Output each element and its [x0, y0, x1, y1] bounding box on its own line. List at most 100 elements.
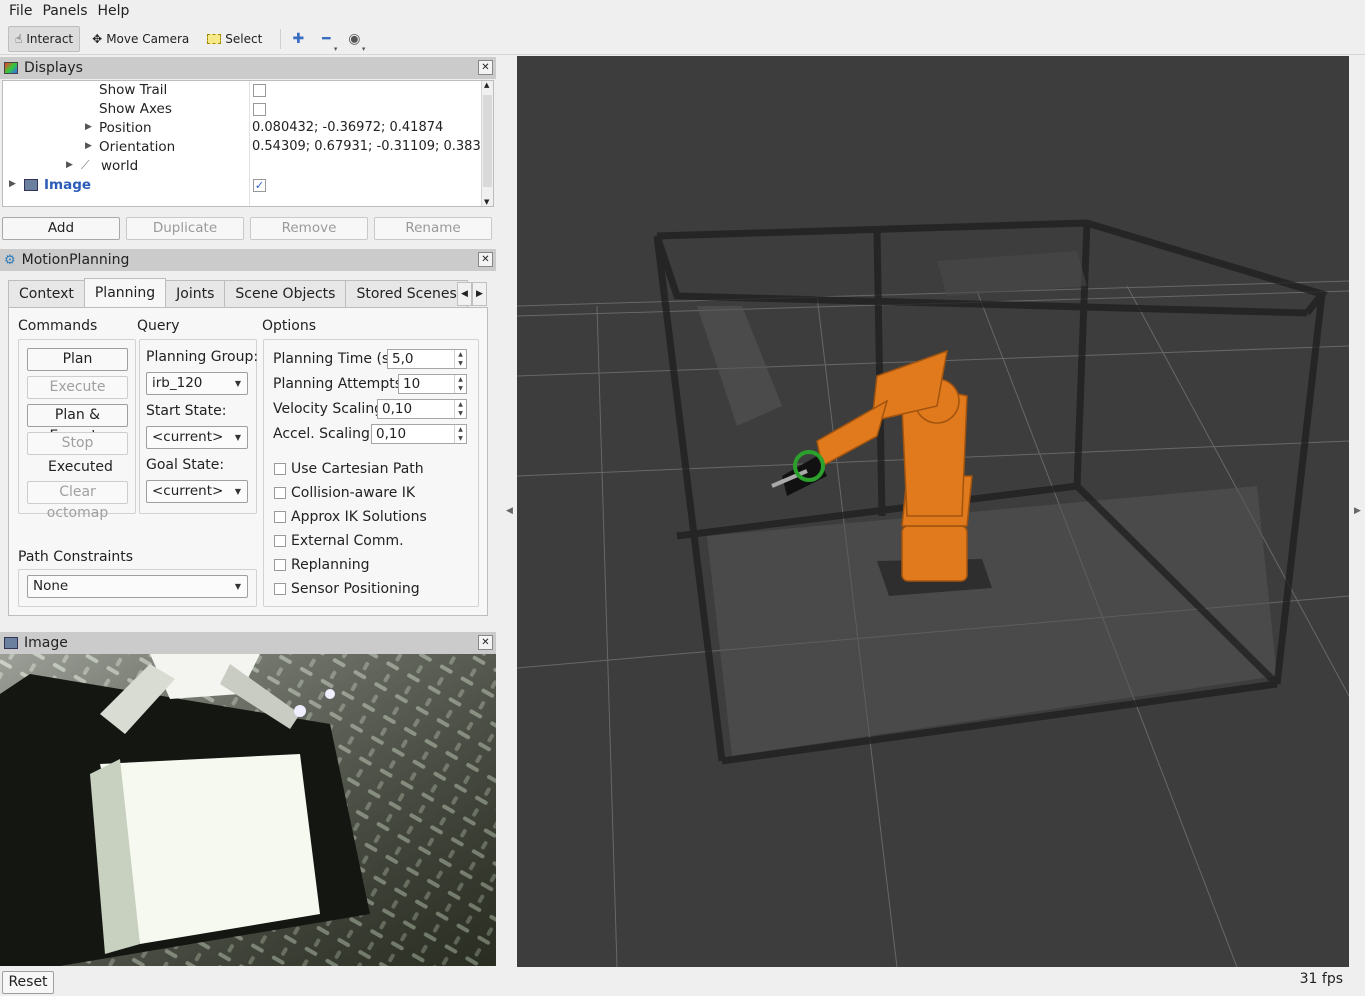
tree-row-world[interactable]: ▶ ⟋ world: [3, 157, 483, 176]
chevron-down-icon: ▼: [234, 582, 241, 591]
duplicate-button[interactable]: Duplicate: [126, 217, 244, 240]
tree-row-label: world: [101, 158, 139, 174]
tab-scroll-right-icon[interactable]: ▶: [472, 282, 487, 306]
interact-tool-button[interactable]: ☝ Interact: [8, 25, 81, 52]
toolbar-separator: [280, 28, 282, 49]
checkbox-box[interactable]: [274, 463, 286, 475]
approx-ik-checkbox[interactable]: Approx IK Solutions: [274, 509, 427, 525]
checkbox-box[interactable]: [274, 535, 286, 547]
spin-arrows-icon[interactable]: ▲ ▼: [454, 375, 466, 393]
remove-button[interactable]: Remove: [250, 217, 368, 240]
plan-button[interactable]: Plan: [27, 348, 128, 371]
scroll-up-icon[interactable]: ▲: [484, 81, 489, 89]
velocity-scaling-label: Velocity Scaling:: [273, 401, 388, 417]
plan-execute-button[interactable]: Plan & Execute: [27, 404, 128, 444]
expand-arrow-icon[interactable]: ▶: [66, 160, 73, 170]
camera-image-view: [0, 654, 496, 966]
expand-arrow-icon[interactable]: ▶: [85, 122, 92, 132]
show-axes-checkbox[interactable]: [253, 103, 266, 116]
menu-panels[interactable]: Panels: [37, 3, 92, 19]
add-tool-plus-icon[interactable]: ✚: [287, 31, 309, 47]
move-camera-tool-button[interactable]: ✥ Move Camera: [86, 26, 195, 52]
spin-arrows-icon[interactable]: ▲ ▼: [454, 350, 466, 368]
spin-arrows-icon[interactable]: ▲ ▼: [454, 400, 466, 418]
move-camera-icon: ✥: [92, 31, 103, 46]
close-icon[interactable]: ✕: [478, 252, 493, 267]
reset-button[interactable]: Reset: [2, 971, 54, 994]
start-state-value: <current>: [152, 429, 224, 445]
view-eye-icon[interactable]: ◉ ▾: [343, 31, 365, 53]
velocity-scaling-value: 0,10: [382, 401, 413, 417]
checkbox-box[interactable]: [274, 583, 286, 595]
add-button[interactable]: Add: [2, 217, 120, 240]
tab-joints[interactable]: Joints: [165, 280, 226, 307]
spin-arrows-icon[interactable]: ▲ ▼: [454, 425, 466, 443]
commands-label: Commands: [18, 318, 98, 334]
collision-aware-ik-checkbox[interactable]: Collision-aware IK: [274, 485, 415, 501]
checkbox-box[interactable]: [274, 487, 286, 499]
panel-splitter[interactable]: ◀: [498, 56, 516, 967]
checkbox-label: Replanning: [291, 557, 370, 573]
checkbox-box[interactable]: [274, 559, 286, 571]
menu-help[interactable]: Help: [93, 3, 135, 19]
3d-viewport[interactable]: [517, 56, 1349, 967]
rename-button[interactable]: Rename: [374, 217, 492, 240]
checkbox-label: External Comm.: [291, 533, 404, 549]
goal-state-select[interactable]: <current> ▼: [146, 480, 248, 503]
path-constraints-select[interactable]: None ▼: [27, 575, 248, 598]
velocity-scaling-spinbox[interactable]: 0,10 ▲ ▼: [377, 399, 467, 419]
close-icon[interactable]: ✕: [478, 635, 493, 650]
collapse-left-icon[interactable]: ◀: [506, 506, 513, 516]
use-cartesian-path-checkbox[interactable]: Use Cartesian Path: [274, 461, 424, 477]
replanning-checkbox[interactable]: Replanning: [274, 557, 369, 573]
3d-scene: [517, 219, 1349, 967]
expand-right-icon[interactable]: ▶: [1354, 506, 1361, 516]
dropdown-arrow-icon: ▾: [333, 44, 338, 53]
path-constraints-label: Path Constraints: [18, 549, 134, 565]
tree-row-show-trail[interactable]: Show Trail: [3, 81, 483, 100]
expand-arrow-icon[interactable]: ▶: [9, 179, 16, 189]
tab-context[interactable]: Context: [8, 280, 85, 307]
scrollbar-thumb[interactable]: [483, 95, 492, 187]
tree-row-image[interactable]: ▶ Image ✓: [3, 176, 483, 195]
tab-scene-objects[interactable]: Scene Objects: [224, 280, 347, 307]
planning-group-select[interactable]: irb_120 ▼: [146, 372, 248, 395]
position-value: 0.080432; -0.36972; 0.41874: [252, 120, 444, 135]
chevron-down-icon: ▼: [234, 433, 241, 442]
remove-tool-minus-icon[interactable]: ━ ▾: [315, 31, 337, 53]
image-enabled-checkbox[interactable]: ✓: [253, 179, 266, 192]
displays-tree[interactable]: Show Trail Show Axes ▶ Position 0.080432…: [2, 80, 494, 207]
checkbox-box[interactable]: [274, 511, 286, 523]
clear-octomap-button[interactable]: Clear octomap: [27, 481, 128, 521]
start-state-select[interactable]: <current> ▼: [146, 426, 248, 449]
hand-pointer-icon: ☝: [15, 31, 23, 46]
select-tool-button[interactable]: Select: [201, 26, 268, 52]
tab-stored-scenes[interactable]: Stored Scenes: [345, 280, 468, 307]
planning-attempts-value: 10: [403, 376, 421, 392]
tab-planning[interactable]: Planning: [83, 278, 167, 307]
tree-row-orientation[interactable]: ▶ Orientation 0.54309; 0.67931; -0.31109…: [3, 138, 493, 157]
goal-state-label: Goal State:: [146, 457, 225, 473]
accel-scaling-spinbox[interactable]: 0,10 ▲ ▼: [371, 424, 467, 444]
external-comm-checkbox[interactable]: External Comm.: [274, 533, 404, 549]
select-label: Select: [225, 31, 263, 46]
tree-row-position[interactable]: ▶ Position 0.080432; -0.36972; 0.41874: [3, 119, 483, 138]
checkbox-label: Collision-aware IK: [291, 485, 416, 501]
scroll-down-icon[interactable]: ▼: [484, 198, 489, 206]
planning-time-label: Planning Time (s):: [273, 351, 400, 367]
displays-panel-title: Displays ✕: [0, 57, 496, 79]
tree-row-show-axes[interactable]: Show Axes: [3, 100, 483, 119]
tree-scrollbar[interactable]: ▲ ▼: [481, 81, 493, 206]
image-display-icon: [4, 637, 18, 649]
right-panel-collapse[interactable]: ▶: [1350, 56, 1365, 967]
execute-button[interactable]: Execute: [27, 376, 128, 399]
tab-scroll-left-icon[interactable]: ◀: [457, 282, 472, 306]
close-icon[interactable]: ✕: [478, 60, 493, 75]
sensor-positioning-checkbox[interactable]: Sensor Positioning: [274, 581, 420, 597]
stop-button[interactable]: Stop: [27, 432, 128, 455]
expand-arrow-icon[interactable]: ▶: [85, 141, 92, 151]
show-trail-checkbox[interactable]: [253, 84, 266, 97]
menu-file[interactable]: File: [4, 3, 37, 19]
planning-attempts-spinbox[interactable]: 10 ▲ ▼: [398, 374, 467, 394]
planning-time-spinbox[interactable]: 5,0 ▲ ▼: [387, 349, 467, 369]
